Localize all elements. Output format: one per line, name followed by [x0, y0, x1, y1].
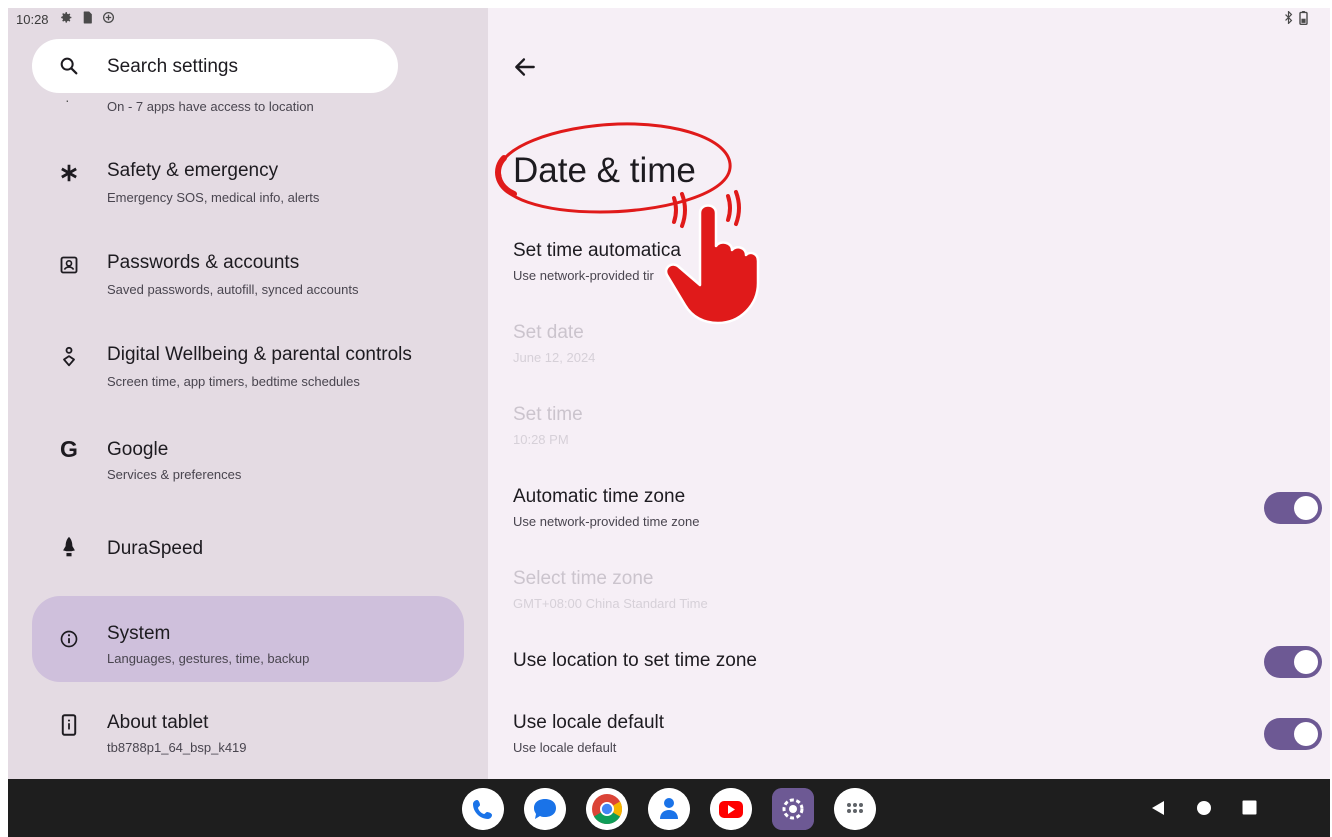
- setting-title: Use location to set time zone: [513, 650, 757, 671]
- sidebar-item-safety-emergency[interactable]: Safety & emergency Emergency SOS, medica…: [32, 130, 464, 216]
- sidebar-item-title: Safety & emergency: [107, 160, 279, 181]
- date-time-panel: Date & time Set time automatica Use netw…: [488, 8, 1330, 779]
- setting-subtitle: Use network-provided tir: [513, 268, 654, 283]
- location-summary[interactable]: On - 7 apps have access to location: [107, 99, 314, 114]
- asterisk-icon: [54, 158, 84, 188]
- account-box-icon: [54, 250, 84, 280]
- setting-use-location-time-zone[interactable]: Use location to set time zone: [513, 650, 1303, 672]
- toggle-knob: [1294, 650, 1318, 674]
- use-location-time-zone-toggle[interactable]: [1264, 646, 1322, 678]
- google-icon: G: [60, 435, 78, 462]
- tablet-icon: [54, 710, 84, 740]
- setting-subtitle: 10:28 PM: [513, 432, 569, 447]
- recents-icon[interactable]: [1242, 800, 1257, 815]
- setting-set-date: Set date June 12, 2024: [513, 322, 1303, 365]
- location-icon-partial: ·: [65, 92, 70, 108]
- setting-subtitle: GMT+08:00 China Standard Time: [513, 596, 708, 611]
- status-icons-left: [60, 11, 115, 24]
- battery-icon: [1299, 11, 1308, 25]
- bluetooth-icon: [1285, 11, 1293, 24]
- messages-icon[interactable]: [524, 788, 566, 830]
- setting-use-locale-default[interactable]: Use locale default Use locale default: [513, 712, 1303, 755]
- rocket-icon: [54, 532, 84, 562]
- sidebar-item-title: System: [107, 623, 171, 644]
- youtube-icon[interactable]: [710, 788, 752, 830]
- sidebar-item-digital-wellbeing[interactable]: Digital Wellbeing & parental controls Sc…: [32, 314, 464, 400]
- chrome-icon[interactable]: [586, 788, 628, 830]
- setting-set-time-automatically[interactable]: Set time automatica Use network-provided…: [513, 240, 1303, 283]
- back-arrow-icon[interactable]: [512, 54, 538, 80]
- automatic-time-zone-toggle[interactable]: [1264, 492, 1322, 524]
- status-time: 10:28: [16, 12, 49, 27]
- sidebar-item-about-tablet[interactable]: About tablet tb8788p1_64_bsp_k419: [32, 682, 464, 768]
- setting-title: Set time: [513, 404, 583, 425]
- toggle-knob: [1294, 496, 1318, 520]
- sidebar-item-title: DuraSpeed: [107, 538, 204, 559]
- wellbeing-icon: [54, 342, 84, 372]
- setting-title: Set time automatica: [513, 240, 681, 261]
- setting-title: Use locale default: [513, 712, 665, 733]
- sidebar-item-subtitle: tb8788p1_64_bsp_k419: [107, 740, 247, 755]
- status-icons-right: [1284, 11, 1308, 25]
- sidebar-item-subtitle: Saved passwords, autofill, synced accoun…: [107, 282, 359, 297]
- search-placeholder: Search settings: [107, 56, 238, 77]
- settings-icon[interactable]: [772, 788, 814, 830]
- data-saver-icon: [102, 11, 115, 24]
- use-locale-default-toggle[interactable]: [1264, 718, 1322, 750]
- settings-sidebar: 10:28 Search settings · On - 7 apps have…: [8, 8, 488, 779]
- sidebar-item-subtitle: Services & preferences: [107, 467, 242, 482]
- system-navigation-bar: [8, 779, 1330, 837]
- settings-screen: 10:28 Search settings · On - 7 apps have…: [8, 8, 1330, 837]
- app-drawer-icon[interactable]: [834, 788, 876, 830]
- toggle-knob: [1294, 722, 1318, 746]
- page-title: Date & time: [513, 151, 696, 190]
- setting-title: Select time zone: [513, 568, 654, 589]
- sidebar-item-subtitle: Screen time, app timers, bedtime schedul…: [107, 374, 360, 389]
- sidebar-item-title: Google: [107, 439, 169, 460]
- setting-title: Automatic time zone: [513, 486, 686, 507]
- sidebar-item-passwords-accounts[interactable]: Passwords & accounts Saved passwords, au…: [32, 222, 464, 308]
- setting-set-time: Set time 10:28 PM: [513, 404, 1303, 447]
- search-settings-bar[interactable]: Search settings: [32, 39, 398, 93]
- back-icon[interactable]: [1151, 800, 1165, 816]
- phone-icon[interactable]: [462, 788, 504, 830]
- gear-icon: [61, 12, 72, 23]
- sidebar-item-duraspeed[interactable]: DuraSpeed: [32, 504, 464, 590]
- sidebar-item-title: About tablet: [107, 712, 209, 733]
- setting-title: Set date: [513, 322, 584, 343]
- sidebar-item-subtitle: Languages, gestures, time, backup: [107, 651, 310, 666]
- setting-subtitle: Use locale default: [513, 740, 617, 755]
- setting-select-time-zone: Select time zone GMT+08:00 China Standar…: [513, 568, 1303, 611]
- search-icon: [60, 57, 78, 75]
- sim-card-icon: [83, 11, 92, 24]
- sidebar-item-subtitle: Emergency SOS, medical info, alerts: [107, 190, 320, 205]
- sidebar-item-google[interactable]: G Google Services & preferences: [32, 406, 464, 492]
- home-icon[interactable]: [1196, 800, 1212, 816]
- setting-subtitle: Use network-provided time zone: [513, 514, 700, 529]
- info-icon: [54, 624, 84, 654]
- setting-automatic-time-zone[interactable]: Automatic time zone Use network-provided…: [513, 486, 1303, 529]
- app-dock: [462, 788, 876, 830]
- sidebar-item-system[interactable]: System Languages, gestures, time, backup: [32, 596, 464, 682]
- contacts-icon[interactable]: [648, 788, 690, 830]
- sidebar-item-title: Passwords & accounts: [107, 252, 300, 273]
- setting-subtitle: June 12, 2024: [513, 350, 596, 365]
- sidebar-item-title: Digital Wellbeing & parental controls: [107, 344, 412, 365]
